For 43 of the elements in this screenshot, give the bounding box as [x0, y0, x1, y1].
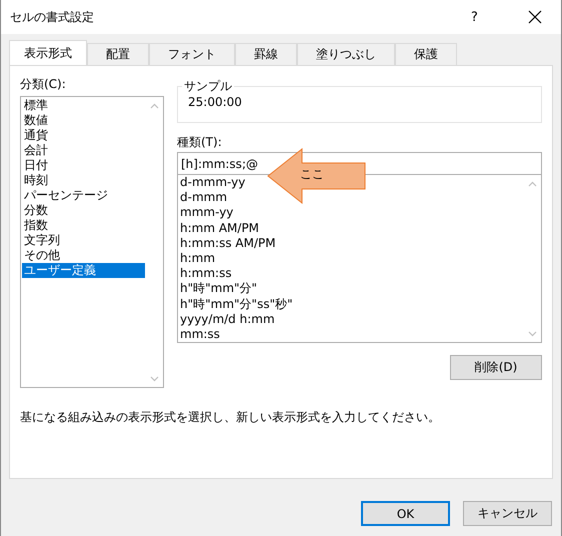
delete-button[interactable]: 削除(D) — [450, 355, 542, 380]
format-item[interactable]: h"時"mm"分"ss"秒" — [180, 296, 522, 312]
tab[interactable]: 配置 — [87, 43, 149, 65]
format-item[interactable]: h:mm:ss AM/PM — [180, 236, 522, 252]
tab[interactable]: 表示形式 — [9, 40, 87, 65]
tab[interactable]: フォント — [149, 43, 235, 65]
format-item[interactable]: mm:ss — [180, 327, 522, 342]
help-button[interactable]: ? — [452, 10, 497, 24]
category-item[interactable]: 時刻 — [22, 173, 145, 188]
category-item[interactable]: 数値 — [22, 113, 145, 128]
format-item[interactable]: h:mm:ss — [180, 266, 522, 282]
category-item[interactable]: 通貨 — [22, 128, 145, 143]
tab[interactable]: 罫線 — [235, 43, 297, 65]
sample-label: サンプル — [182, 78, 234, 95]
category-item[interactable]: 分数 — [22, 203, 145, 218]
category-item[interactable]: ユーザー定義 — [22, 263, 145, 278]
format-item[interactable]: mmm-yy — [180, 205, 522, 221]
type-label: 種類(T): — [177, 134, 223, 151]
format-item[interactable]: h:mm — [180, 251, 522, 266]
category-label: 分類(C): — [20, 76, 67, 93]
format-item[interactable]: h"時"mm"分" — [180, 281, 522, 297]
format-item[interactable]: h:mm AM/PM — [180, 220, 522, 236]
category-item[interactable]: 文字列 — [22, 233, 145, 248]
category-list[interactable]: 標準 数値 通貨 会計 日付 時刻 パーセンテージ 分数 指数 文字列 その他 ユーザー定義 — [20, 96, 164, 388]
sample-value: 25:00:00 — [188, 95, 242, 109]
category-item[interactable]: 標準 — [22, 98, 145, 113]
tab[interactable]: 保護 — [395, 43, 457, 65]
category-item[interactable]: 指数 — [22, 218, 145, 233]
scroll-down-icon[interactable] — [150, 376, 159, 382]
scroll-up-icon[interactable] — [150, 102, 159, 108]
format-item[interactable]: d-mmm — [180, 190, 522, 206]
category-item[interactable]: パーセンテージ — [22, 188, 145, 203]
cancel-button[interactable]: キャンセル — [463, 501, 552, 526]
category-item[interactable]: その他 — [22, 248, 145, 263]
ok-button[interactable]: OK — [361, 501, 450, 526]
description-text: 基になる組み込みの表示形式を選択し、新しい表示形式を入力してください。 — [20, 409, 441, 426]
category-item[interactable]: 会計 — [22, 143, 145, 158]
category-item[interactable]: 日付 — [22, 158, 145, 173]
window-title: セルの書式設定 — [10, 8, 95, 26]
tab[interactable]: 塗りつぶし — [297, 43, 395, 65]
scroll-up-icon[interactable] — [528, 180, 537, 186]
scroll-down-icon[interactable] — [528, 330, 537, 336]
format-item[interactable]: yyyy/m/d h:mm — [180, 312, 522, 328]
